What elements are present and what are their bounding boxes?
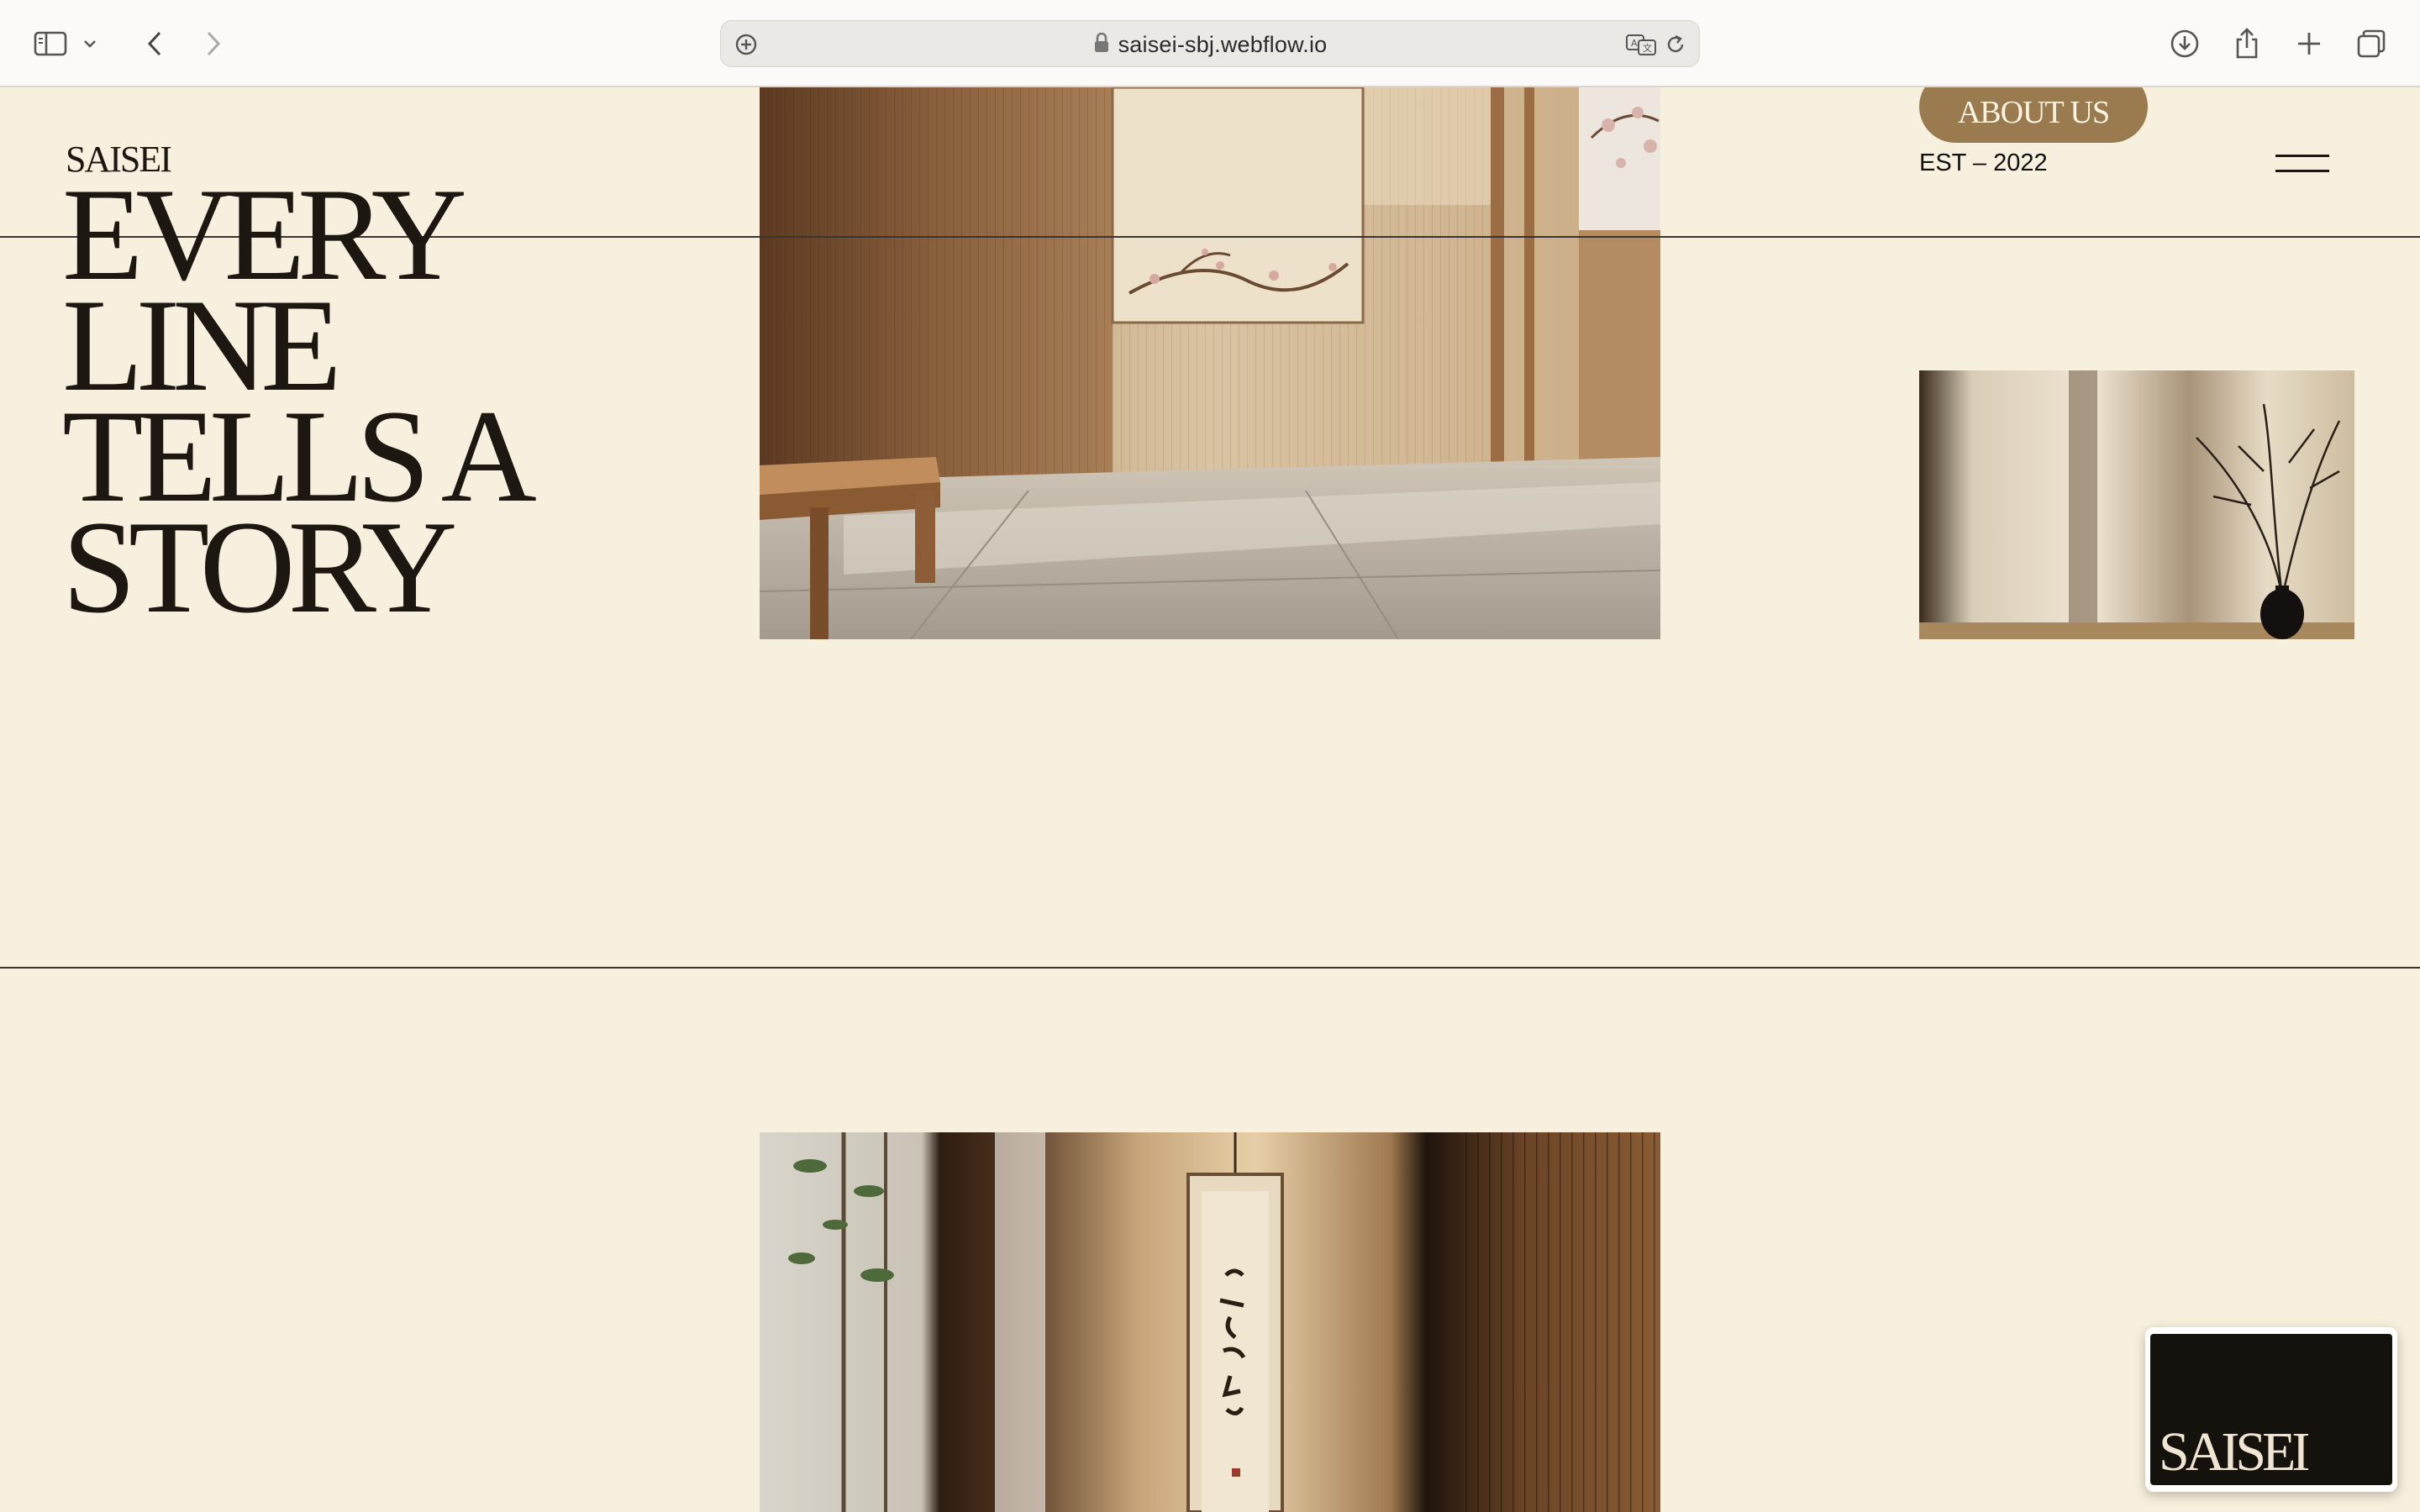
- page-content: SAISEI EVERY LINE TELLS A STORY ABOUT US…: [0, 87, 2420, 1512]
- address-bar[interactable]: saisei-sbj.webflow.io A文: [720, 20, 1700, 67]
- share-icon[interactable]: [2227, 24, 2267, 64]
- back-icon[interactable]: [134, 24, 175, 64]
- new-tab-icon[interactable]: [2289, 24, 2329, 64]
- url-display: saisei-sbj.webflow.io: [721, 21, 1699, 68]
- download-icon[interactable]: [2165, 24, 2205, 64]
- forward-icon[interactable]: [193, 24, 234, 64]
- reload-icon[interactable]: [1655, 24, 1696, 65]
- corridor-scroll-image: [760, 1132, 1660, 1512]
- hero-image-wooden-room: [760, 87, 1660, 639]
- section-divider-line: [0, 967, 2420, 969]
- tab-overview-icon[interactable]: [2351, 24, 2391, 64]
- hamburger-icon[interactable]: [2275, 155, 2329, 175]
- lock-icon: [1093, 23, 1110, 70]
- url-text: saisei-sbj.webflow.io: [1118, 32, 1328, 57]
- svg-text:文: 文: [1643, 42, 1652, 54]
- picture-in-picture-thumbnail[interactable]: SAISEI: [2145, 1327, 2397, 1492]
- hero-headline: EVERY LINE TELLS A STORY: [62, 169, 650, 641]
- pip-logo: SAISEI: [2159, 1421, 2310, 1483]
- pip-preview: SAISEI: [2150, 1334, 2392, 1485]
- about-us-button[interactable]: ABOUT US: [1919, 87, 2148, 143]
- svg-text:A: A: [1631, 38, 1638, 49]
- headline-line: STORY: [62, 494, 457, 641]
- vase-branch-image: [1919, 370, 2354, 639]
- established-label: EST – 2022: [1919, 150, 2048, 176]
- browser-toolbar: saisei-sbj.webflow.io A文: [0, 0, 2420, 87]
- chevron-down-icon[interactable]: [77, 24, 103, 64]
- sidebar-icon[interactable]: [30, 24, 71, 64]
